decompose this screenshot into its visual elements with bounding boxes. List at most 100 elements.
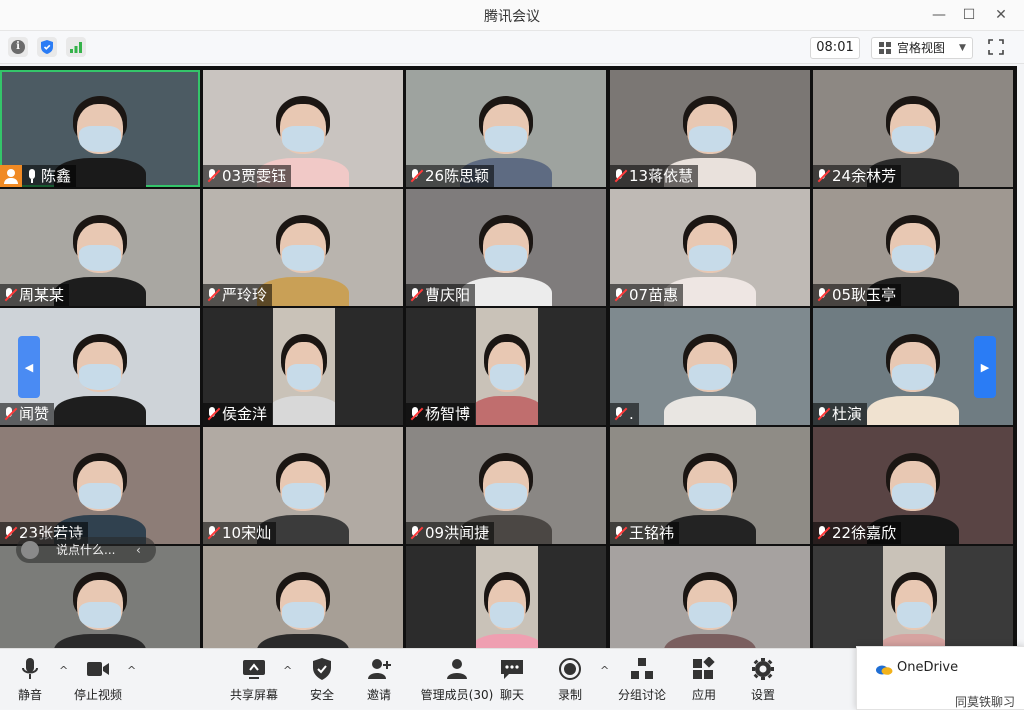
video-tile[interactable] [203,546,403,648]
video-tile[interactable] [610,546,810,648]
record-button[interactable]: 录制 [540,657,600,703]
close-button[interactable]: ✕ [986,4,1016,26]
stop-video-button[interactable]: 停止视频 [68,657,128,703]
muted-microphone-icon [612,287,628,303]
muted-microphone-icon [408,287,424,303]
video-tile[interactable] [406,546,606,648]
video-tile[interactable]: 26陈思颖 [406,70,606,187]
quick-chat-input[interactable]: 说点什么... ‹ [16,537,156,563]
participant-name-tag: 周某某 [0,284,70,306]
toolbar-label: 应用 [691,688,716,702]
info-icon[interactable]: i [8,37,28,57]
video-tile[interactable]: 22徐嘉欣 [813,427,1013,544]
video-tile[interactable]: 05耿玉亭 [813,189,1013,306]
muted-microphone-icon [612,406,628,422]
participant-name-tag: 22徐嘉欣 [813,522,902,544]
share-screen-button[interactable]: 共享屏幕 [224,657,284,703]
previous-page-button[interactable]: ◀ [18,336,40,398]
view-mode-label: 宫格视图 [897,41,946,55]
participant-name: 26陈思颖 [425,167,490,185]
video-tile[interactable] [813,546,1013,648]
video-tile[interactable]: 07苗惠 [610,189,810,306]
video-grid: 陈鑫 03贾雯钰 26陈思颖 13蒋依慧 24余林芳周某某 严玲玲 曹庆阳 07苗惠 05耿玉亭… [0,66,1017,648]
participant-name: 杜演 [832,405,863,423]
participant-video-figure [883,546,945,648]
video-tile[interactable]: 陈鑫 [0,70,200,187]
view-mode-dropdown[interactable]: 宫格视图 ▼ [871,37,973,59]
participant-name-tag: 闻赞 [0,403,55,425]
participant-name: 王铭祎 [629,524,675,542]
video-tile[interactable]: 杨智博 [406,308,606,425]
participant-name: 陈鑫 [41,167,72,185]
muted-microphone-icon [205,287,221,303]
participant-video-figure [476,546,538,648]
chevron-up-icon[interactable]: ^ [600,664,609,677]
chevron-up-icon[interactable]: ^ [127,664,136,677]
fullscreen-icon[interactable] [986,37,1006,57]
onedrive-notification[interactable]: OneDrive 同莫铁聊习 [856,646,1024,710]
participant-name-tag: 24余林芳 [813,165,902,187]
participant-name-tag: 13蒋依慧 [610,165,699,187]
muted-microphone-icon [815,287,831,303]
muted-microphone-icon [408,406,424,422]
chat-icon [499,657,525,681]
breakout-rooms-button[interactable]: 分组讨论 [612,657,672,703]
video-feed [476,546,538,648]
video-feed [273,308,335,425]
video-tile[interactable]: 周某某 [0,189,200,306]
participant-name: 24余林芳 [832,167,897,185]
participant-video-figure [203,546,403,648]
invite-button[interactable]: 邀请 [349,657,409,703]
video-tile[interactable]: 王铭祎 [610,427,810,544]
chat-button[interactable]: 聊天 [482,657,542,703]
video-tile[interactable]: 13蒋依慧 [610,70,810,187]
collapse-chevron-icon[interactable]: ‹ [136,537,141,563]
next-page-button[interactable]: ▶ [974,336,996,398]
video-tile[interactable]: 侯金洋 [203,308,403,425]
muted-microphone-icon [815,525,831,541]
onedrive-app-name: OneDrive [897,660,959,675]
security-shield-icon [309,657,335,681]
video-feed [883,546,945,648]
toolbar-label: 静音 [17,688,42,702]
video-tile[interactable]: . [610,308,810,425]
participant-video-figure [273,308,335,425]
toolbar-label: 停止视频 [73,688,122,702]
signal-icon[interactable] [66,37,86,57]
chevron-up-icon[interactable]: ^ [59,664,68,677]
chat-placeholder: 说点什么... [56,543,116,557]
participant-name: 09洪闻捷 [425,524,490,542]
toolbar-label: 录制 [557,688,582,702]
maximize-button[interactable]: ☐ [954,4,984,26]
window-title: 腾讯会议 [484,9,540,25]
apps-button[interactable]: 应用 [674,656,734,703]
security-button[interactable]: 安全 [292,657,352,703]
participant-name: 07苗惠 [629,286,679,304]
video-tile[interactable]: 24余林芳 [813,70,1013,187]
participant-name-tag: . [610,403,639,425]
participant-name-tag: 陈鑫 [0,165,77,187]
video-tile[interactable]: 严玲玲 [203,189,403,306]
video-tile[interactable]: 23张若诗 [0,427,200,544]
video-feed [203,546,403,648]
chevron-down-icon: ▼ [959,43,966,53]
muted-microphone-icon [612,168,628,184]
video-feed [476,308,538,425]
video-tile[interactable]: 10宋灿 [203,427,403,544]
mute-button[interactable]: 静音 [0,657,60,703]
toolbar-label: 邀请 [366,688,391,702]
settings-button[interactable]: 设置 [733,657,793,703]
video-tile[interactable]: 03贾雯钰 [203,70,403,187]
muted-microphone-icon [408,525,424,541]
video-tile[interactable]: 09洪闻捷 [406,427,606,544]
minimize-button[interactable]: — [924,4,954,26]
shield-icon[interactable] [37,37,57,57]
toolbar-label: 聊天 [499,688,524,702]
video-tile[interactable]: 曹庆阳 [406,189,606,306]
muted-microphone-icon [205,168,221,184]
chevron-up-icon[interactable]: ^ [283,664,292,677]
microphone-icon [26,168,38,184]
participant-name: 严玲玲 [222,286,268,304]
muted-microphone-icon [815,168,831,184]
muted-microphone-icon [2,287,18,303]
